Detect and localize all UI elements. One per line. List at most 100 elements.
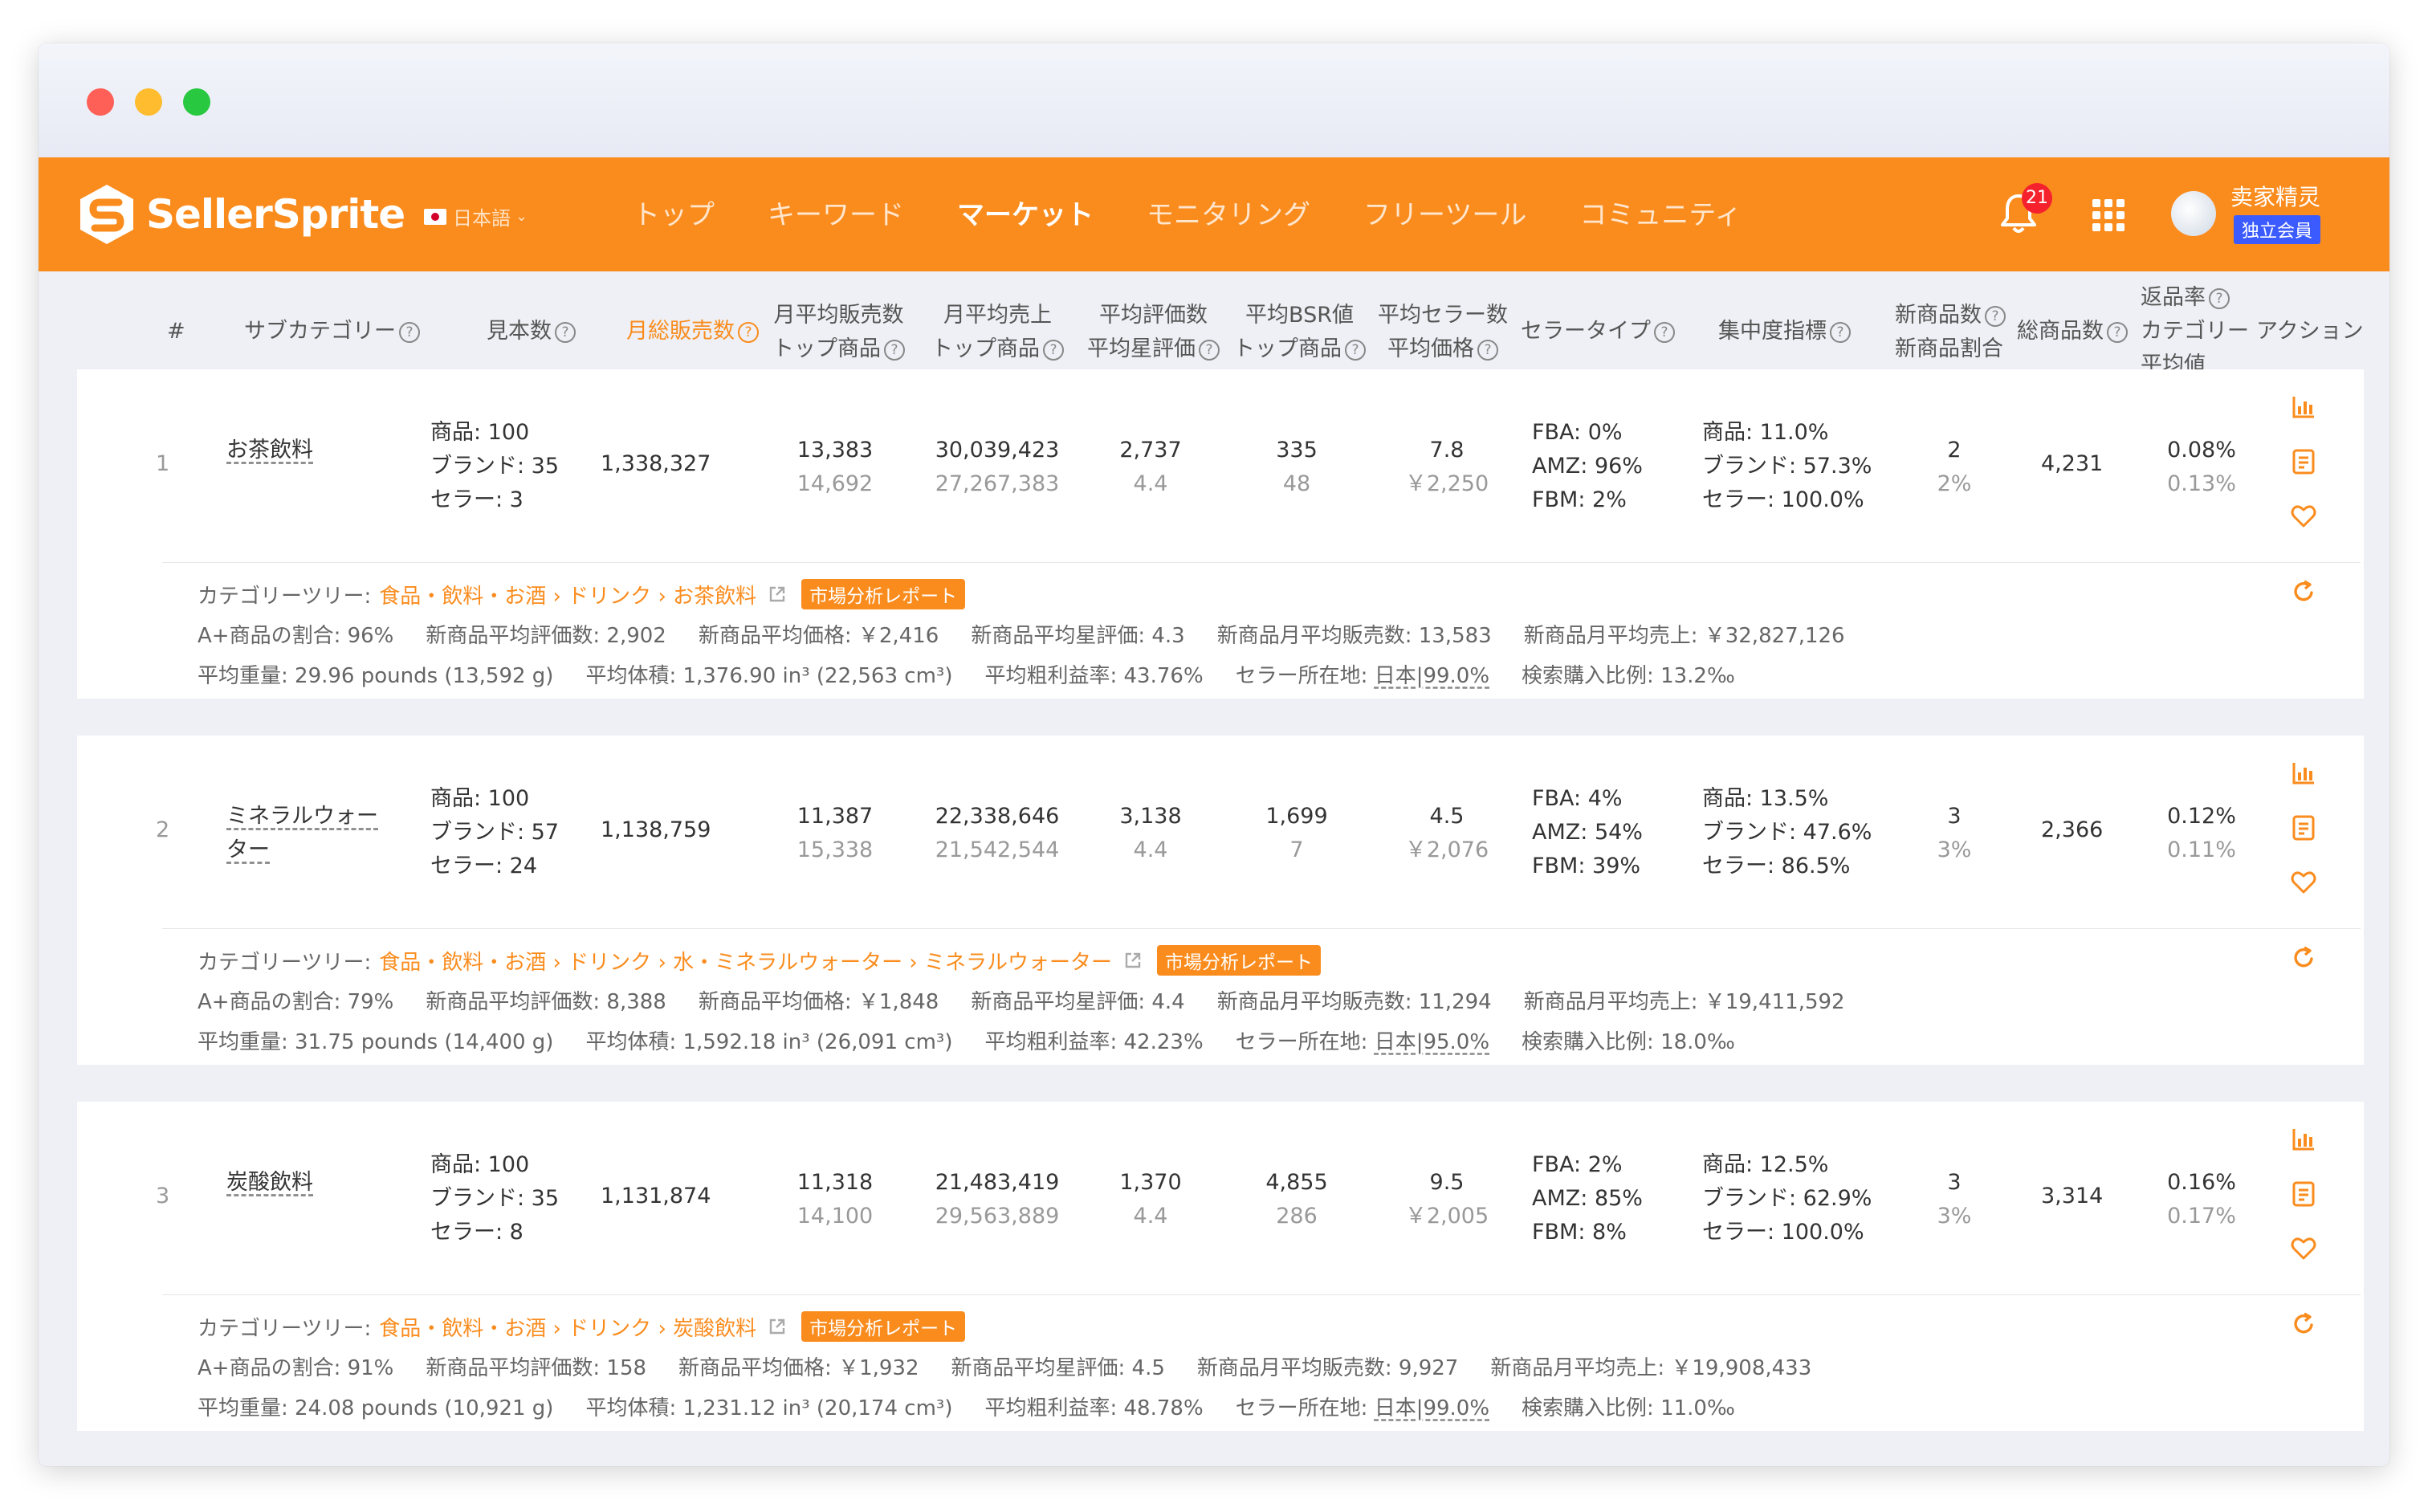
chart-icon[interactable] bbox=[2290, 1126, 2317, 1153]
help-icon[interactable]: ? bbox=[884, 339, 905, 361]
row-divider bbox=[162, 1294, 2361, 1295]
help-icon[interactable]: ? bbox=[1654, 321, 1675, 343]
seller-type-values: FBA: 4% AMZ: 54% FBM: 39% bbox=[1532, 782, 1643, 883]
sample-brands: ブランド: 35 bbox=[430, 1186, 560, 1211]
avg-revenue: 22,338,646 bbox=[935, 804, 1060, 829]
seller-location-value[interactable]: 日本|99.0% bbox=[1375, 1396, 1489, 1420]
menu-item-monitoring[interactable]: モニタリング bbox=[1147, 193, 1310, 232]
close-window-button[interactable] bbox=[87, 88, 114, 116]
seller-type-fba: FBA: 0% bbox=[1532, 420, 1623, 445]
top-sales: 14,100 bbox=[796, 1204, 874, 1229]
sample-counts: 商品: 100 ブランド: 35 セラー: 3 bbox=[430, 416, 559, 517]
category-tree-path[interactable]: 食品・飲料・お酒 › ドリンク › 炭酸飲料 bbox=[379, 1312, 756, 1342]
header-avg-revenue-line2: トップ商品 bbox=[931, 336, 1040, 361]
header-bsr-line2: トップ商品 bbox=[1233, 336, 1342, 361]
market-report-button[interactable]: 市場分析レポート bbox=[801, 1311, 966, 1342]
apps-grid-icon[interactable] bbox=[2092, 199, 2124, 231]
heart-icon[interactable] bbox=[2290, 1235, 2317, 1262]
avg-stars: 4.4 bbox=[1133, 838, 1168, 862]
avg-volume: 平均体積: 1,592.18 in³ (26,091 cm³) bbox=[585, 1029, 953, 1054]
aplus-ratio: A+商品の割合: 91% bbox=[198, 1355, 394, 1380]
maximize-window-button[interactable] bbox=[183, 88, 210, 116]
sample-counts: 商品: 100 ブランド: 57 セラー: 24 bbox=[430, 782, 559, 883]
seller-type-fbm: FBM: 8% bbox=[1532, 1220, 1627, 1245]
concentration-values: 商品: 13.5% ブランド: 47.6% セラー: 86.5% bbox=[1702, 782, 1872, 883]
market-report-button[interactable]: 市場分析レポート bbox=[1157, 945, 1322, 976]
header-subcategory-label: サブカテゴリー bbox=[244, 319, 396, 344]
header-avg-sales[interactable]: 月平均販売数 トップ商品? bbox=[772, 299, 905, 366]
header-concentration[interactable]: 集中度指標? bbox=[1718, 315, 1851, 348]
seller-type-fba: FBA: 2% bbox=[1532, 1152, 1623, 1177]
refresh-icon[interactable] bbox=[2290, 1310, 2317, 1338]
logo[interactable]: SellerSprite bbox=[77, 180, 405, 249]
row-rank: 1 bbox=[156, 451, 170, 476]
header-return-rate[interactable]: 返品率? カテゴリー 平均値 bbox=[2141, 281, 2249, 382]
header-subcategory[interactable]: サブカテゴリー? bbox=[244, 315, 420, 348]
chart-icon[interactable] bbox=[2290, 393, 2317, 421]
header-avg-revenue[interactable]: 月平均売上 トップ商品? bbox=[931, 299, 1064, 366]
concentration-seller: セラー: 86.5% bbox=[1702, 854, 1851, 878]
external-link-icon[interactable] bbox=[768, 585, 787, 604]
heart-icon[interactable] bbox=[2290, 503, 2317, 530]
help-icon[interactable]: ? bbox=[738, 321, 759, 343]
language-selector[interactable]: 日本語 ⌄ bbox=[424, 202, 528, 230]
market-report-button[interactable]: 市場分析レポート bbox=[801, 579, 966, 609]
external-link-icon[interactable] bbox=[768, 1317, 787, 1336]
help-icon[interactable]: ? bbox=[1043, 339, 1064, 361]
main-menu: トップ キーワード マーケット モニタリング フリーツール コミュニティ bbox=[633, 193, 1742, 232]
menu-item-top[interactable]: トップ bbox=[633, 193, 715, 232]
aplus-ratio: A+商品の割合: 79% bbox=[198, 989, 394, 1014]
avatar[interactable] bbox=[2171, 191, 2216, 236]
seller-location-value[interactable]: 日本|95.0% bbox=[1375, 1030, 1489, 1054]
report-icon[interactable] bbox=[2290, 1180, 2317, 1208]
header-sample[interactable]: 見本数? bbox=[487, 315, 576, 348]
help-icon[interactable]: ? bbox=[555, 321, 576, 343]
external-link-icon[interactable] bbox=[1123, 951, 1143, 970]
menu-item-keyword[interactable]: キーワード bbox=[768, 193, 904, 232]
help-icon[interactable]: ? bbox=[2107, 321, 2128, 343]
minimize-window-button[interactable] bbox=[135, 88, 162, 116]
category-tree-path[interactable]: 食品・飲料・お酒 › ドリンク › お茶飲料 bbox=[379, 580, 756, 609]
refresh-icon[interactable] bbox=[2290, 578, 2317, 605]
seller-type-values: FBA: 0% AMZ: 96% FBM: 2% bbox=[1532, 416, 1643, 517]
help-icon[interactable]: ? bbox=[1345, 339, 1366, 361]
menu-item-community[interactable]: コミュニティ bbox=[1579, 193, 1742, 232]
avg-revenue-value: 30,039,423 27,267,383 bbox=[917, 434, 1078, 501]
menu-item-market[interactable]: マーケット bbox=[957, 193, 1094, 232]
subcategory-link[interactable]: ミネラルウォー ター bbox=[226, 800, 378, 867]
seller-location: セラー所在地: 日本|99.0% bbox=[1236, 1392, 1489, 1421]
subcategory-link[interactable]: お茶飲料 bbox=[226, 434, 313, 467]
header-seller-type[interactable]: セラータイプ? bbox=[1521, 315, 1675, 348]
avg-sales-value: 11,318 14,100 bbox=[763, 1166, 907, 1233]
report-icon[interactable] bbox=[2290, 814, 2317, 842]
header-new-products[interactable]: 新商品数? 新商品割合 bbox=[1895, 299, 2006, 366]
header-total-label: 総商品数 bbox=[2017, 319, 2104, 344]
menu-item-free-tools[interactable]: フリーツール bbox=[1363, 193, 1526, 232]
heart-icon[interactable] bbox=[2290, 869, 2317, 896]
help-icon[interactable]: ? bbox=[1477, 339, 1498, 361]
header-bsr[interactable]: 平均BSR値 トップ商品? bbox=[1233, 299, 1366, 366]
top-bsr: 286 bbox=[1276, 1204, 1318, 1229]
seller-location-value[interactable]: 日本|99.0% bbox=[1375, 664, 1489, 688]
help-icon[interactable]: ? bbox=[1985, 305, 2006, 327]
refresh-icon[interactable] bbox=[2290, 944, 2317, 972]
header-monthly-sales[interactable]: 月総販売数? bbox=[626, 315, 759, 348]
chart-icon[interactable] bbox=[2290, 760, 2317, 787]
sample-products: 商品: 100 bbox=[430, 1152, 530, 1177]
header-reviews[interactable]: 平均評価数 平均星評価? bbox=[1087, 299, 1220, 366]
avg-reviews: 2,737 bbox=[1119, 438, 1182, 463]
concentration-brand: ブランド: 62.9% bbox=[1702, 1186, 1872, 1211]
report-icon[interactable] bbox=[2290, 448, 2317, 475]
user-name[interactable]: 卖家精灵 bbox=[2230, 180, 2320, 212]
category-tree-path[interactable]: 食品・飲料・お酒 › ドリンク › 水・ミネラルウォーター › ミネラルウォータ… bbox=[379, 946, 1112, 976]
header-total[interactable]: 総商品数? bbox=[2017, 315, 2128, 348]
help-icon[interactable]: ? bbox=[2209, 287, 2230, 309]
subcategory-link[interactable]: 炭酸飲料 bbox=[226, 1166, 313, 1200]
help-icon[interactable]: ? bbox=[399, 321, 420, 343]
title-bar bbox=[39, 43, 2389, 157]
concentration-values: 商品: 12.5% ブランド: 62.9% セラー: 100.0% bbox=[1702, 1148, 1872, 1249]
subcategory-name: 炭酸飲料 bbox=[226, 1170, 313, 1195]
help-icon[interactable]: ? bbox=[1830, 321, 1851, 343]
header-sellers[interactable]: 平均セラー数 平均価格? bbox=[1378, 299, 1508, 366]
help-icon[interactable]: ? bbox=[1199, 339, 1220, 361]
